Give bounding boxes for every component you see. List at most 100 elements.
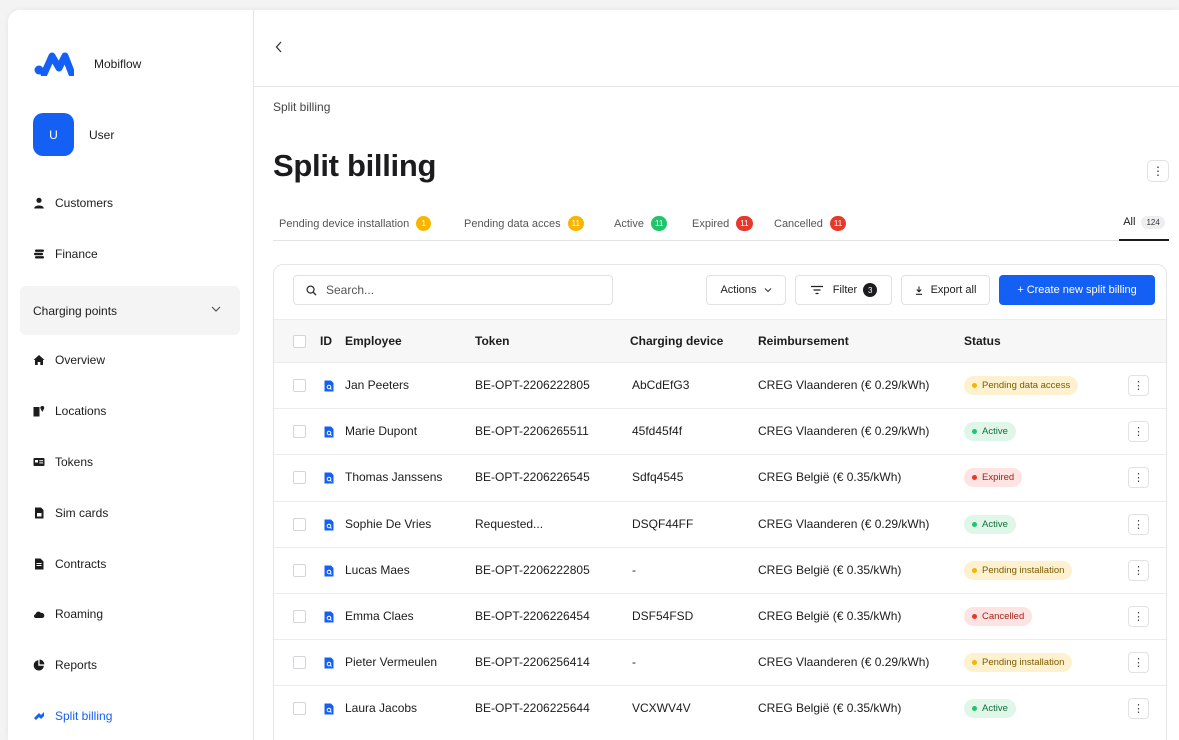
table-row[interactable]: Thomas Janssens BE-OPT-2206226545 Sdfq4545…: [274, 454, 1166, 500]
page-more-button[interactable]: ⋮: [1147, 160, 1169, 182]
column-header-token[interactable]: Token: [475, 334, 509, 348]
document-icon[interactable]: [324, 380, 334, 392]
brand[interactable]: Mobiflow: [34, 52, 141, 76]
search-input[interactable]: [326, 283, 606, 297]
row-checkbox[interactable]: [293, 564, 306, 577]
tab-cancelled[interactable]: Cancelled 11: [774, 216, 847, 231]
row-checkbox[interactable]: [293, 471, 306, 484]
search-icon: [306, 284, 317, 296]
app-window: Mobiflow U User Customers Finance Chargi…: [8, 10, 1179, 740]
filter-button[interactable]: Filter 3: [795, 275, 892, 305]
employee-cell[interactable]: Lucas Maes: [345, 563, 410, 577]
sidebar-item-locations[interactable]: Locations: [20, 396, 240, 426]
more-vertical-icon: ⋮: [1133, 472, 1144, 484]
sidebar-item-label: Reports: [55, 658, 98, 672]
row-more-button[interactable]: ⋮: [1128, 698, 1149, 719]
sidebar-group-charging-points[interactable]: Charging points: [20, 286, 240, 335]
tab-active[interactable]: Active 11: [614, 216, 668, 231]
tab-label: Cancelled: [774, 217, 823, 230]
document-icon[interactable]: [324, 426, 334, 438]
sidebar-item-overview[interactable]: Overview: [20, 345, 240, 375]
employee-cell[interactable]: Marie Dupont: [345, 424, 417, 438]
row-more-button[interactable]: ⋮: [1128, 375, 1149, 396]
reimbursement-cell: CREG België (€ 0.35/kWh): [758, 609, 902, 623]
document-icon[interactable]: [324, 657, 334, 669]
row-checkbox[interactable]: [293, 702, 306, 715]
table-row[interactable]: Pieter Vermeulen BE-OPT-2206256414 - CREG V…: [274, 639, 1166, 685]
row-more-button[interactable]: ⋮: [1128, 560, 1149, 581]
table-row[interactable]: Marie Dupont BE-OPT-2206265511 45fd45f4f CR…: [274, 408, 1166, 454]
more-vertical-icon: ⋮: [1133, 519, 1144, 531]
column-header-employee[interactable]: Employee: [345, 334, 402, 348]
status-label: Active: [982, 519, 1008, 530]
row-checkbox[interactable]: [293, 425, 306, 438]
employee-cell[interactable]: Jan Peeters: [345, 378, 409, 392]
row-checkbox[interactable]: [293, 656, 306, 669]
contract-icon: [33, 558, 45, 570]
select-all-checkbox[interactable]: [293, 335, 306, 348]
table-row[interactable]: Sophie De Vries Requested... DSQF44FF CREG …: [274, 501, 1166, 547]
actions-dropdown[interactable]: Actions: [706, 275, 786, 305]
sidebar-item-reports[interactable]: Reports: [20, 650, 240, 680]
table-row[interactable]: Laura Jacobs BE-OPT-2206225644 VCXWV4V CREG…: [274, 685, 1166, 731]
row-more-button[interactable]: ⋮: [1128, 514, 1149, 535]
sidebar-item-split-billing[interactable]: Split billing: [20, 701, 240, 731]
tab-all[interactable]: All 124: [1119, 210, 1169, 241]
reimbursement-cell: CREG België (€ 0.35/kWh): [758, 470, 902, 484]
employee-cell[interactable]: Pieter Vermeulen: [345, 655, 437, 669]
table-row[interactable]: Lucas Maes BE-OPT-2206222805 - CREG België …: [274, 547, 1166, 593]
sidebar-item-contracts[interactable]: Contracts: [20, 549, 240, 579]
row-more-button[interactable]: ⋮: [1128, 606, 1149, 627]
sidebar-item-label: Tokens: [55, 455, 94, 469]
token-cell: BE-OPT-2206222805: [475, 563, 590, 577]
document-icon[interactable]: [324, 519, 334, 531]
column-header-charging-device[interactable]: Charging device: [630, 334, 723, 348]
person-icon: [33, 197, 45, 209]
document-icon[interactable]: [324, 611, 334, 623]
column-header-status[interactable]: Status: [964, 334, 1001, 348]
document-icon[interactable]: [324, 472, 334, 484]
row-checkbox[interactable]: [293, 518, 306, 531]
sidebar-item-roaming[interactable]: Roaming: [20, 599, 240, 629]
row-more-button[interactable]: ⋮: [1128, 652, 1149, 673]
sidebar-item-tokens[interactable]: Tokens: [20, 447, 240, 477]
tab-pending-device-installation[interactable]: Pending device installation 1: [279, 216, 432, 231]
table-row[interactable]: Emma Claes BE-OPT-2206226454 DSF54FSD CREG …: [274, 593, 1166, 639]
back-button[interactable]: [274, 40, 288, 56]
more-vertical-icon: ⋮: [1152, 164, 1164, 178]
table-row[interactable]: Jan Peeters BE-OPT-2206222805 AbCdEfG3 CREG…: [274, 362, 1166, 408]
search-field[interactable]: [293, 275, 613, 305]
status-badge: Active: [964, 699, 1016, 718]
column-header-id[interactable]: ID: [320, 334, 332, 348]
row-checkbox[interactable]: [293, 379, 306, 392]
export-all-button[interactable]: Export all: [901, 275, 990, 305]
employee-cell[interactable]: Thomas Janssens: [345, 470, 442, 484]
row-more-button[interactable]: ⋮: [1128, 421, 1149, 442]
column-header-reimbursement[interactable]: Reimbursement: [758, 334, 849, 348]
tab-pending-data-access[interactable]: Pending data acces 11: [464, 216, 584, 231]
document-icon[interactable]: [324, 703, 334, 715]
sidebar-item-customers[interactable]: Customers: [20, 188, 240, 218]
sidebar-item-label: Overview: [55, 353, 106, 367]
row-more-button[interactable]: ⋮: [1128, 467, 1149, 488]
sidebar-item-label: Customers: [55, 196, 114, 210]
breadcrumb[interactable]: Split billing: [273, 100, 330, 114]
employee-cell[interactable]: Sophie De Vries: [345, 517, 431, 531]
tab-expired[interactable]: Expired 11: [692, 216, 753, 231]
status-label: Pending installation: [982, 657, 1065, 668]
sidebar-item-label: Sim cards: [55, 506, 109, 520]
more-vertical-icon: ⋮: [1133, 657, 1144, 669]
cloud-icon: [33, 608, 45, 620]
document-icon[interactable]: [324, 565, 334, 577]
sidebar-item-finance[interactable]: Finance: [20, 239, 240, 269]
create-split-billing-button[interactable]: + Create new split billing: [999, 275, 1155, 305]
sim-card-icon: [33, 507, 45, 519]
sidebar-item-sim-cards[interactable]: Sim cards: [20, 498, 240, 528]
employee-cell[interactable]: Laura Jacobs: [345, 701, 417, 715]
status-label: Expired: [982, 472, 1015, 483]
employee-cell[interactable]: Emma Claes: [345, 609, 414, 623]
row-checkbox[interactable]: [293, 610, 306, 623]
user-profile[interactable]: U User: [33, 113, 114, 156]
sidebar-item-label: Roaming: [55, 607, 104, 621]
charging-device-cell: DSQF44FF: [632, 517, 694, 531]
